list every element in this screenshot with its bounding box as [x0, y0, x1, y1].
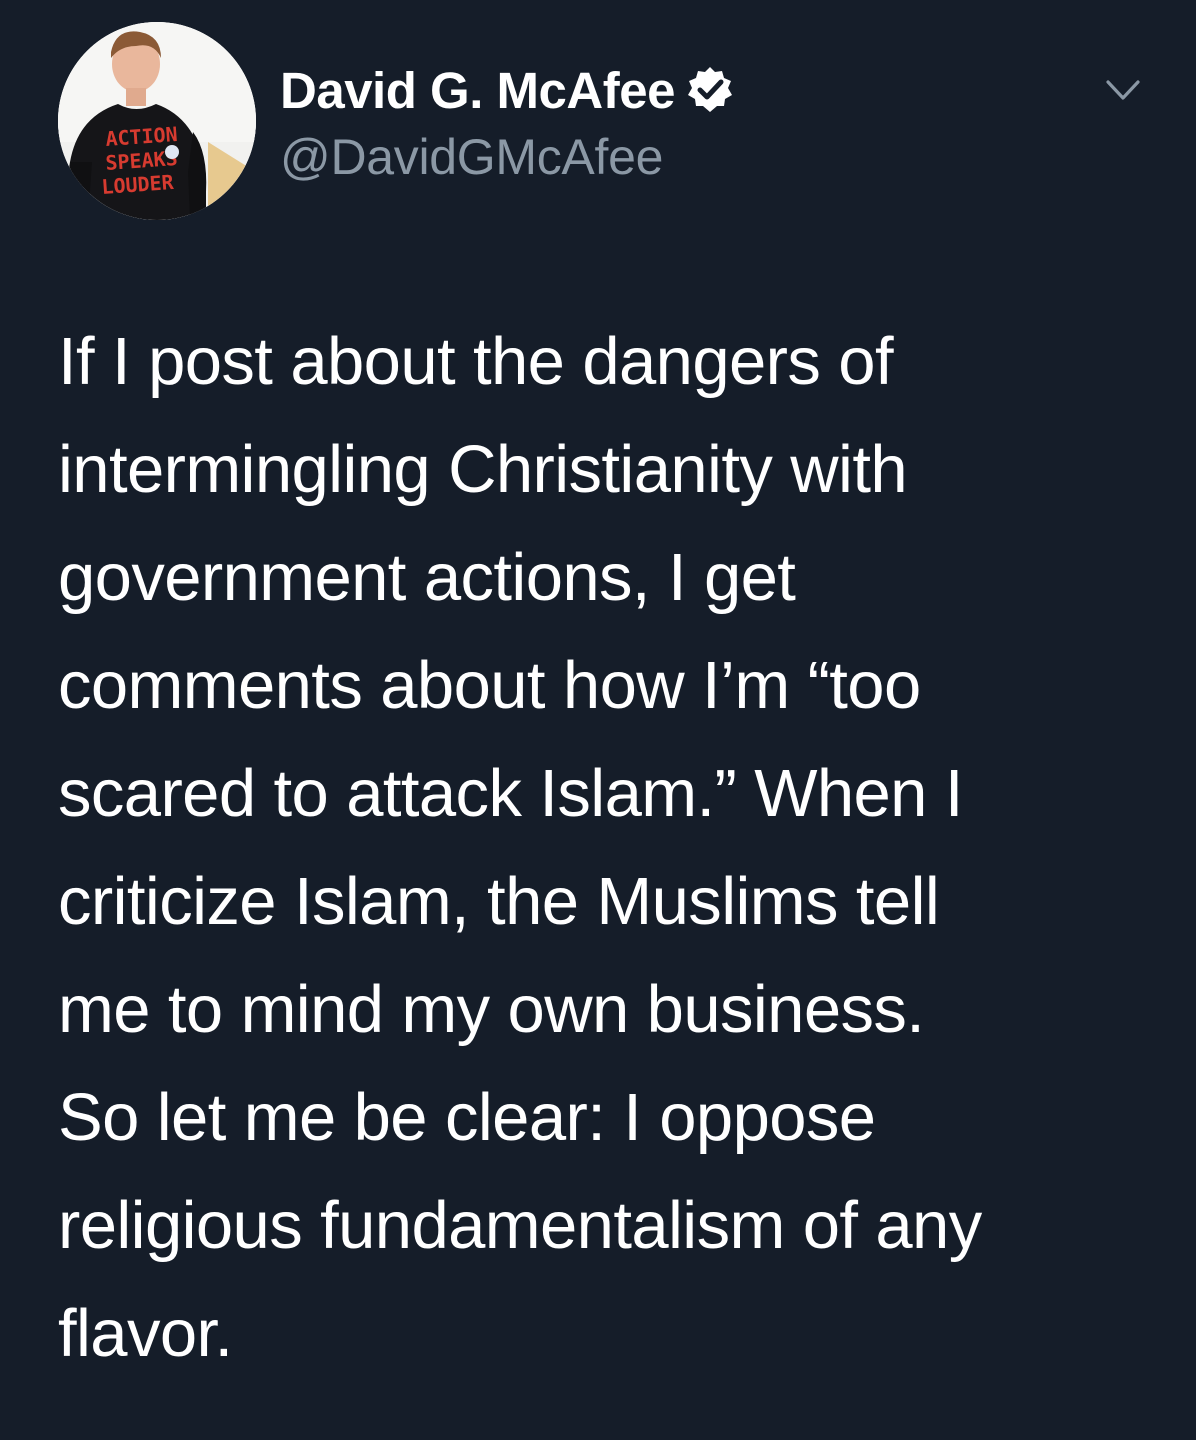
tweet-line: religious fundamentalism of any: [58, 1188, 982, 1263]
tweet-line: So let me be clear: I oppose: [58, 1080, 876, 1155]
author-name-row[interactable]: David G. McAfee: [280, 58, 735, 122]
author-handle[interactable]: @DavidGMcAfee: [280, 128, 663, 186]
display-name[interactable]: David G. McAfee: [280, 61, 675, 120]
tweet-line: criticize Islam, the Muslims tell: [58, 864, 940, 939]
profile-photo-icon: ACTION SPEAKS LOUDER: [58, 22, 256, 220]
tweet-line: government actions, I get: [58, 540, 796, 615]
tweet: ACTION SPEAKS LOUDER David G. McAfee @Da…: [0, 0, 1196, 1440]
tweet-body: If I post about the dangers of interming…: [58, 308, 1168, 1388]
tweet-line: intermingling Christianity with: [58, 432, 908, 507]
tweet-line: scared to attack Islam.” When I: [58, 756, 963, 831]
verified-badge-icon: [685, 65, 735, 115]
chevron-down-icon[interactable]: [1100, 70, 1146, 108]
avatar[interactable]: ACTION SPEAKS LOUDER: [58, 22, 256, 220]
tweet-paragraph-2: So let me be clear: I oppose religious f…: [58, 1064, 1168, 1388]
tweet-line: If I post about the dangers of: [58, 324, 894, 399]
tweet-line: comments about how I’m “too: [58, 648, 921, 723]
tweet-line: me to mind my own business.: [58, 972, 925, 1047]
tweet-paragraph-1: If I post about the dangers of interming…: [58, 308, 1168, 1064]
shirt-text-3: LOUDER: [101, 170, 176, 199]
tweet-line: flavor.: [58, 1296, 233, 1371]
